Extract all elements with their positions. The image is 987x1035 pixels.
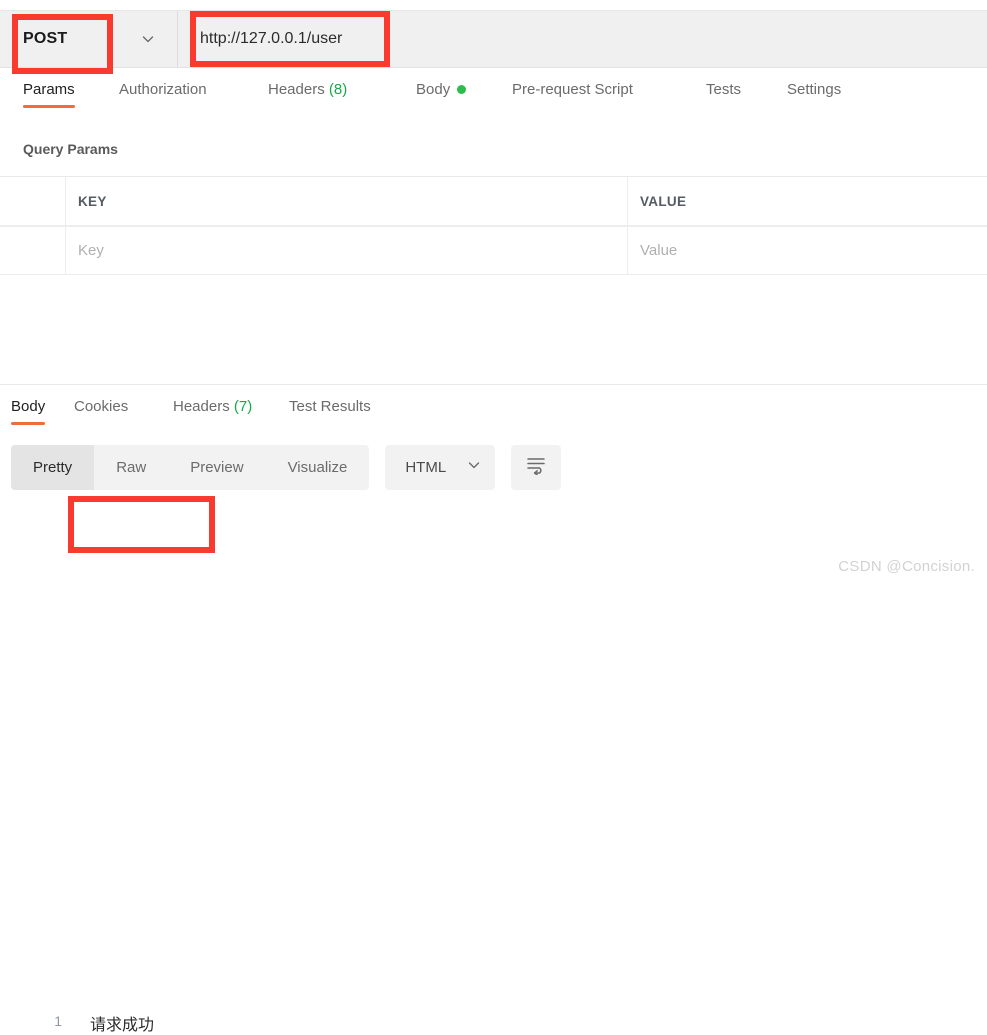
query-params-heading: Query Params <box>23 141 118 157</box>
response-body-viewer[interactable]: 1 请求成功 <box>0 500 987 1034</box>
tab-label: Body <box>11 398 46 415</box>
response-tabs: Body Cookies Headers (7) Test Results <box>0 392 987 425</box>
tab-label: Settings <box>787 81 842 98</box>
request-tab-headers[interactable]: Headers (8) <box>268 81 347 108</box>
url-value: http://127.0.0.1/user <box>200 30 343 47</box>
tab-label: Authorization <box>119 81 207 98</box>
url-input[interactable]: http://127.0.0.1/user <box>178 11 987 67</box>
line-number: 1 <box>54 1013 62 1029</box>
chevron-down-icon[interactable] <box>467 458 481 477</box>
response-view-mode-visualize[interactable]: Visualize <box>266 445 370 490</box>
response-format-label: HTML <box>405 459 447 476</box>
response-format-select[interactable]: HTML <box>385 445 496 490</box>
active-tab-underline <box>23 105 75 108</box>
column-header-value-cell: VALUE <box>628 177 987 225</box>
view-mode-label: Visualize <box>287 459 348 476</box>
request-tab-settings[interactable]: Settings <box>787 81 841 108</box>
response-tab-test-results[interactable]: Test Results <box>289 398 371 425</box>
tab-count: (7) <box>229 398 253 415</box>
response-tab-cookies[interactable]: Cookies <box>74 398 128 425</box>
view-mode-label: Preview <box>190 459 244 476</box>
view-mode-label: Raw <box>116 459 147 476</box>
param-key-placeholder: Key <box>78 242 104 259</box>
param-value-input[interactable]: Value <box>628 227 987 274</box>
tab-label: Headers <box>173 398 230 415</box>
column-header-value: VALUE <box>640 193 687 209</box>
chevron-down-icon[interactable] <box>141 32 155 46</box>
request-bar: POST http://127.0.0.1/user <box>0 10 987 68</box>
http-method-selector[interactable]: POST <box>0 11 178 67</box>
response-toolbar: Pretty Raw Preview Visualize HTML <box>11 445 562 490</box>
response-tab-body[interactable]: Body <box>11 398 46 425</box>
column-header-key: KEY <box>78 193 107 209</box>
tab-label: Cookies <box>74 398 129 415</box>
response-view-mode-pretty[interactable]: Pretty <box>11 445 95 490</box>
tab-label: Pre-request Script <box>512 81 633 98</box>
wrap-lines-button[interactable] <box>511 445 562 490</box>
request-tab-pre-request-script[interactable]: Pre-request Script <box>512 81 633 108</box>
tab-count: (8) <box>324 81 348 98</box>
request-tabs: Params Authorization Headers (8) Body Pre-re… <box>0 69 987 121</box>
row-checkbox-cell[interactable] <box>0 227 66 274</box>
column-header-key-cell: KEY <box>66 177 628 225</box>
wrap-lines-icon <box>525 455 547 480</box>
query-params-table: KEY VALUE Key Value <box>0 176 987 275</box>
request-tab-params[interactable]: Params <box>23 81 75 108</box>
tab-label: Test Results <box>289 398 371 415</box>
tab-label: Params <box>23 81 75 98</box>
body-present-dot-icon <box>457 84 467 94</box>
view-mode-label: Pretty <box>33 459 73 476</box>
response-body-content: 请求成功 <box>90 1017 155 1034</box>
tab-label: Headers <box>268 81 325 98</box>
response-view-mode-raw[interactable]: Raw <box>94 445 168 490</box>
request-tab-body[interactable]: Body <box>416 81 467 108</box>
param-key-input[interactable]: Key <box>66 227 628 274</box>
watermark: CSDN @Concision. <box>838 558 975 575</box>
tab-label: Tests <box>706 81 742 98</box>
active-tab-underline <box>11 422 46 425</box>
params-empty-area <box>0 276 987 384</box>
table-row[interactable]: Key Value <box>0 226 987 275</box>
request-tab-authorization[interactable]: Authorization <box>119 81 207 108</box>
http-method-label: POST <box>23 30 68 47</box>
param-value-placeholder: Value <box>640 242 678 259</box>
response-tab-headers[interactable]: Headers (7) <box>173 398 252 425</box>
select-all-checkbox-cell[interactable] <box>0 177 66 225</box>
response-view-mode-preview[interactable]: Preview <box>168 445 265 490</box>
response-view-mode-group: Pretty Raw Preview Visualize <box>11 445 370 490</box>
pane-divider[interactable] <box>0 384 987 385</box>
tab-label: Body <box>416 81 451 98</box>
table-header-row: KEY VALUE <box>0 176 987 226</box>
request-tab-tests[interactable]: Tests <box>706 81 741 108</box>
